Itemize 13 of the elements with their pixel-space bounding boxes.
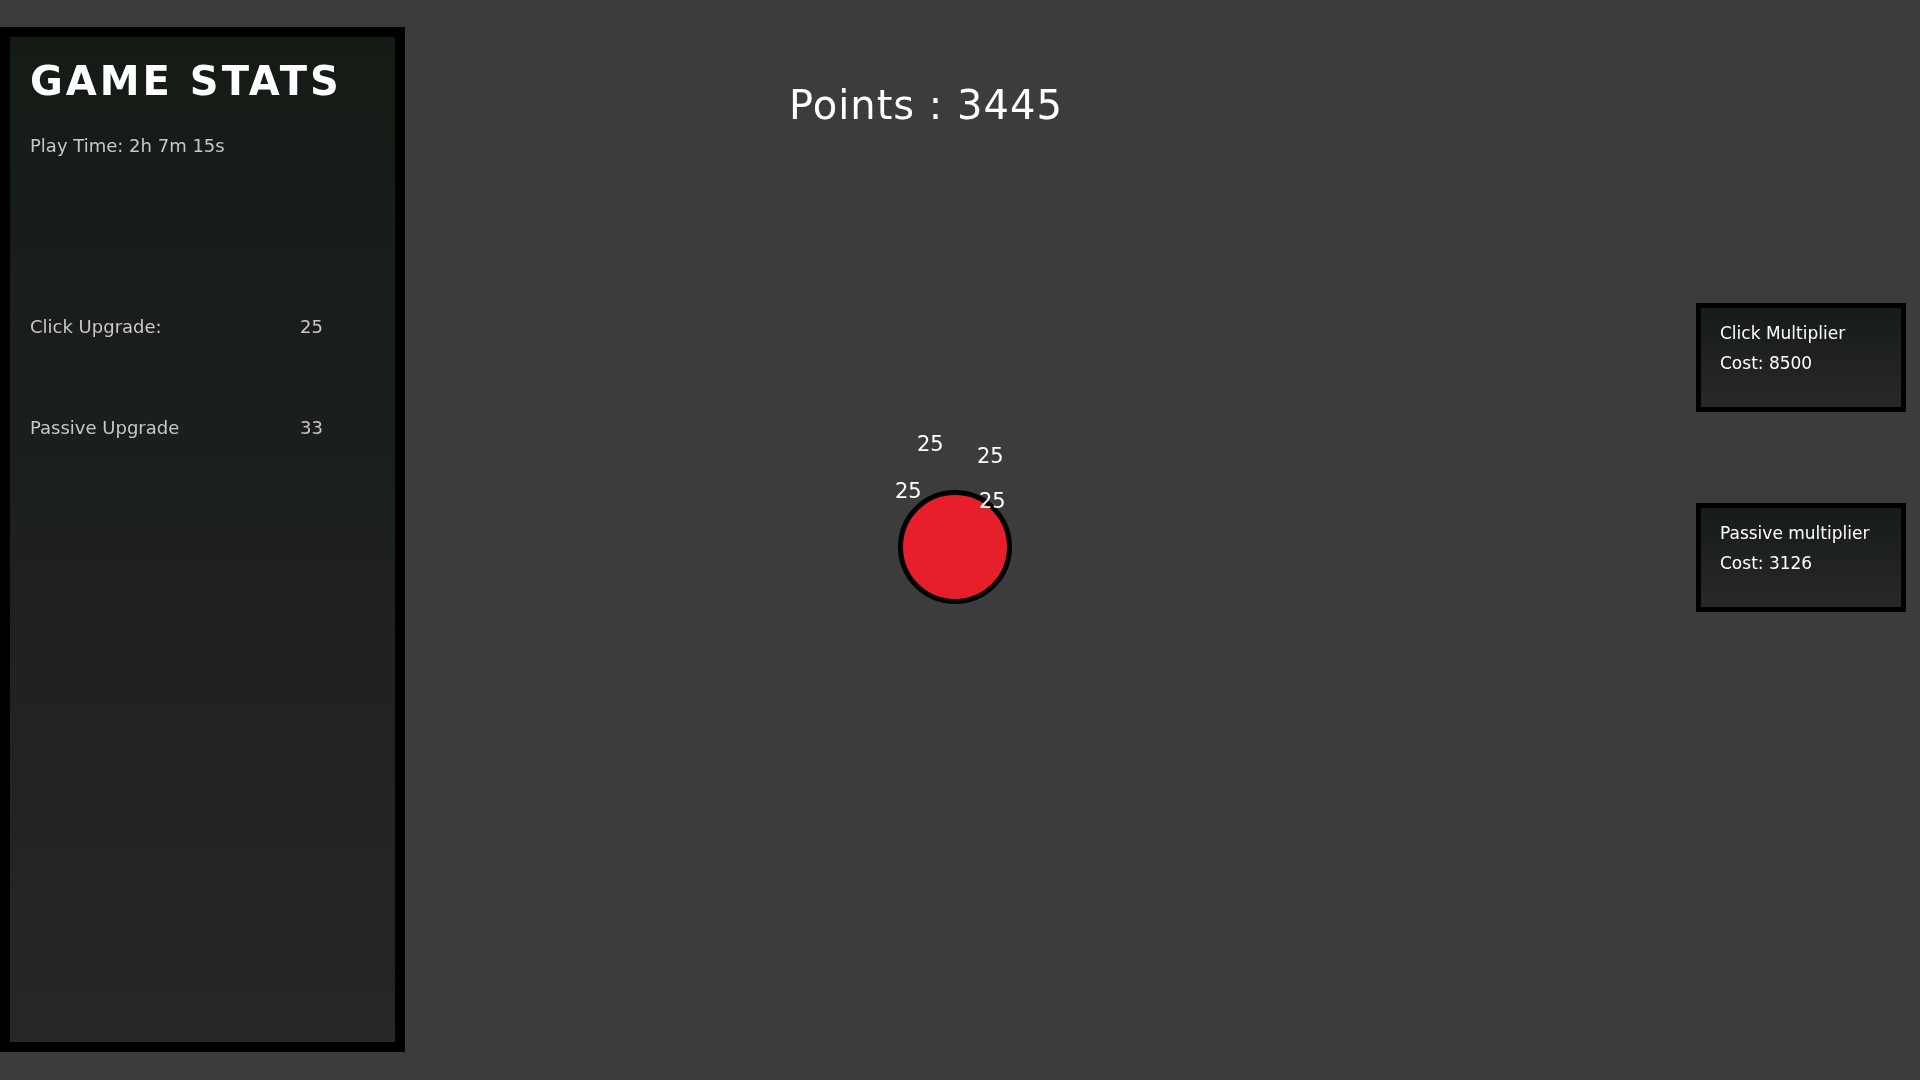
- click-popup: 25: [917, 432, 944, 456]
- stat-label: Passive Upgrade: [30, 417, 181, 438]
- stat-value: 25: [300, 316, 323, 337]
- click-popup: 25: [895, 479, 922, 503]
- play-time: Play Time: 2h 7m 15s: [30, 135, 226, 156]
- click-popup: 25: [979, 489, 1006, 513]
- upgrade-button[interactable]: Passive multiplier Cost: 3126: [1696, 503, 1906, 612]
- upgrade-button[interactable]: Click Multiplier Cost: 8500: [1696, 303, 1906, 412]
- panel-title: GAME STATS: [30, 57, 343, 105]
- stat-label: Click Upgrade:: [30, 316, 163, 337]
- click-popup: 25: [977, 444, 1004, 468]
- points-counter: Points : 3445: [789, 82, 1063, 128]
- stat-value: 33: [300, 417, 323, 438]
